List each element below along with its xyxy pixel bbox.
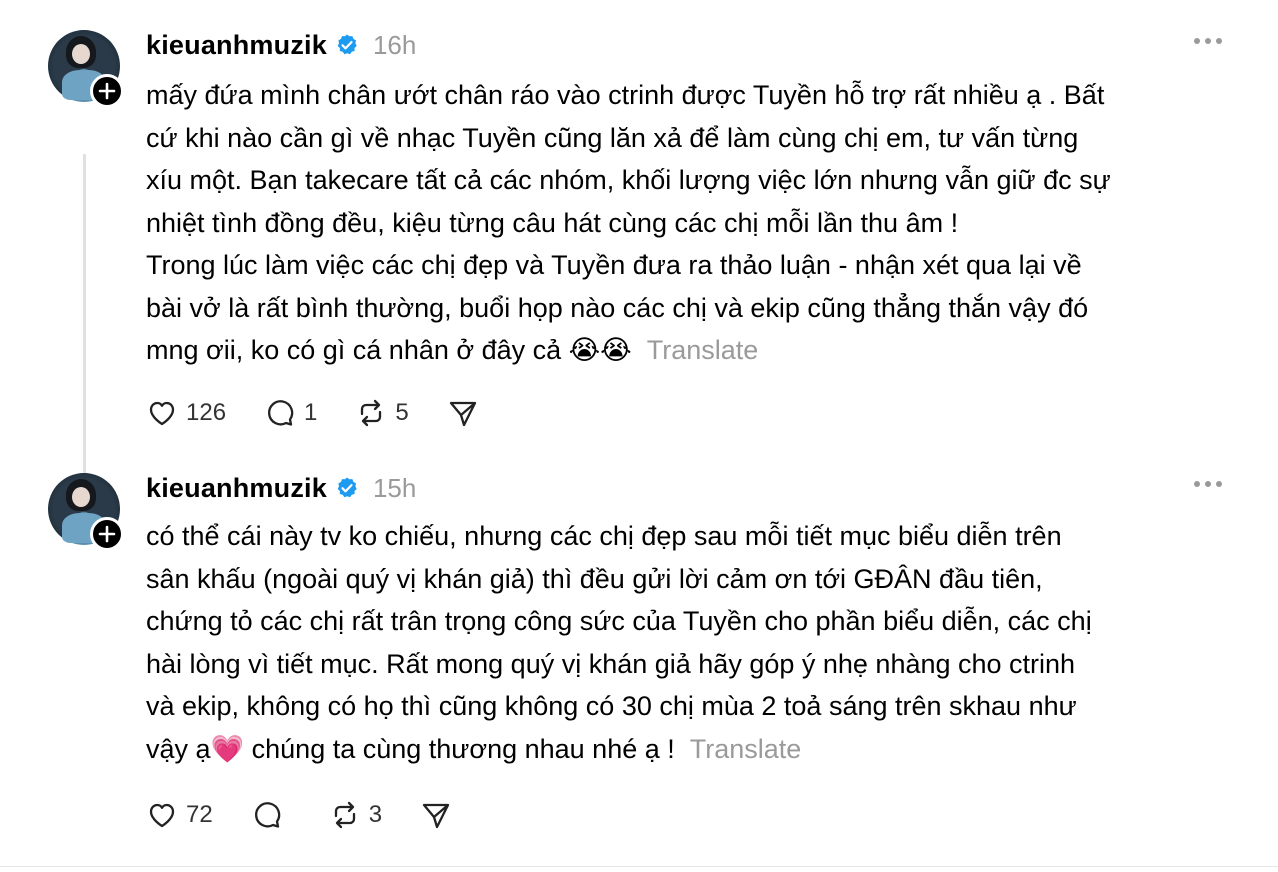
repost-button[interactable]: 3: [329, 799, 382, 831]
reply-button[interactable]: 1: [264, 397, 317, 429]
more-options-icon[interactable]: [1194, 479, 1226, 489]
text-line: nhiệt tình đồng đều, kiệu từng câu hát c…: [146, 207, 959, 238]
username[interactable]: kieuanhmuzik: [146, 473, 327, 504]
follow-plus-icon[interactable]: [90, 517, 124, 551]
like-count: 126: [186, 399, 227, 426]
bottom-divider: [0, 866, 1278, 867]
text-line: xíu một. Bạn takecare tất cả các nhóm, k…: [146, 165, 1111, 195]
text-line: mấy đứa mình chân ướt chân ráo vào ctrin…: [146, 80, 1105, 110]
post-text: có thể cái này tv ko chiếu, nhưng các ch…: [146, 515, 1256, 770]
like-button[interactable]: 72: [146, 799, 213, 831]
repost-count: 3: [368, 801, 383, 828]
text-line: cứ khi nào cần gì về nhạc Tuyền cũng lăn…: [146, 122, 1079, 153]
post-header: kieuanhmuzik 16h: [146, 30, 416, 60]
text-line-last: mng ơii, ko có gì cá nhân ở đây cả 😭😭 Tr…: [146, 329, 1256, 372]
verified-badge-icon: [337, 477, 357, 498]
verified-badge-icon: [337, 34, 357, 55]
repost-count: 5: [395, 399, 409, 426]
like-button[interactable]: 126: [146, 397, 226, 429]
comment-icon: [268, 400, 294, 426]
post-time: 16h: [372, 29, 417, 60]
repost-icon: [334, 801, 355, 829]
text-line: và ekip, không có họ thì cũng không có 3…: [146, 691, 1077, 721]
text-line-last: vậy ạ💗 chúng ta cùng thương nhau nhé ạ !…: [146, 728, 1256, 771]
more-options-icon[interactable]: [1194, 36, 1226, 46]
text-line: bài vở là rất bình thường, buổi họp nào …: [146, 292, 1089, 323]
heart-icon: [149, 803, 175, 828]
post-actions: 126 1 5: [146, 397, 517, 429]
text-line: Trong lúc làm việc các chị đẹp và Tuyền …: [146, 250, 1082, 280]
reply-count: 1: [304, 399, 318, 426]
post-time: 15h: [372, 472, 417, 503]
share-send-icon: [422, 803, 450, 829]
text-line: sân khấu (ngoài quý vị khán giả) thì đều…: [146, 563, 1043, 594]
translate-link[interactable]: Translate: [690, 734, 802, 764]
share-button[interactable]: [447, 397, 479, 429]
username[interactable]: kieuanhmuzik: [146, 30, 327, 61]
repost-button[interactable]: 5: [355, 397, 409, 429]
thread-connector-line: [83, 154, 86, 484]
translate-link[interactable]: Translate: [647, 335, 759, 365]
post-actions: 72 3: [146, 799, 490, 831]
post-text: mấy đứa mình chân ướt chân ráo vào ctrin…: [146, 74, 1256, 372]
text-line: mng ơii, ko có gì cá nhân ở đây cả 😭😭: [146, 335, 632, 365]
heart-icon: [149, 401, 175, 426]
share-send-icon: [449, 401, 476, 427]
text-line: vậy ạ💗 chúng ta cùng thương nhau nhé ạ !: [146, 733, 675, 764]
share-button[interactable]: [420, 799, 452, 831]
like-count: 72: [186, 801, 213, 828]
follow-plus-icon[interactable]: [90, 74, 124, 108]
reply-button[interactable]: [251, 799, 291, 831]
post-header: kieuanhmuzik 15h: [146, 473, 416, 503]
repost-icon: [361, 399, 382, 427]
text-line: hài lòng vì tiết mục. Rất mong quý vị kh…: [146, 648, 1076, 679]
text-line: có thể cái này tv ko chiếu, nhưng các ch…: [146, 521, 1062, 551]
comment-icon: [254, 802, 280, 828]
text-line: chứng tỏ các chị rất trân trọng công sức…: [146, 606, 1092, 636]
